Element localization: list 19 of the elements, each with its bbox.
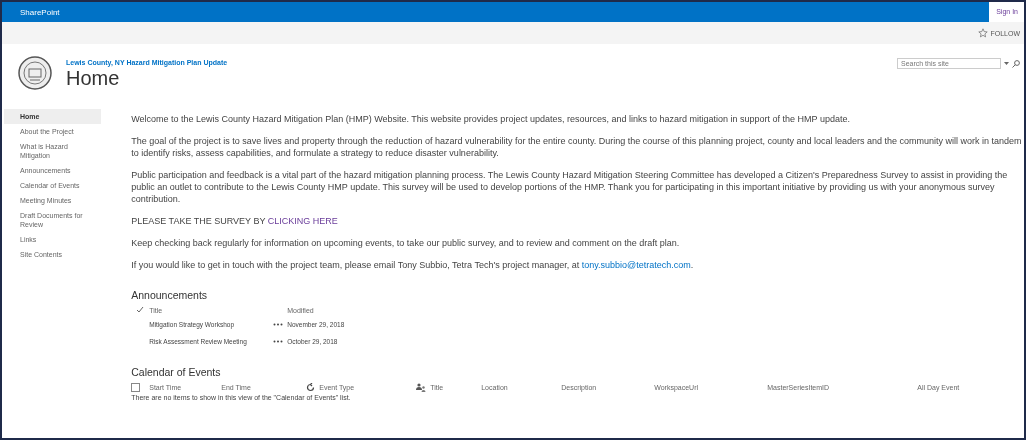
search-icon[interactable] xyxy=(1012,59,1020,68)
page-title: Home xyxy=(66,67,121,90)
brand-link[interactable]: SharePoint xyxy=(20,7,60,17)
people-icon xyxy=(416,383,427,392)
contact-text: If you would like to get in touch with the project team, please email Tony Subbio, Tetra Tech's project manager, at tony.subbio@tetratech.com. xyxy=(131,259,695,271)
recurrence-icon xyxy=(306,383,316,392)
checkbox[interactable] xyxy=(131,383,141,392)
section-title: Calendar of Events xyxy=(131,366,222,378)
email-link[interactable]: tony.subbio@tetratech.com xyxy=(581,260,691,270)
dropdown-arrow-icon[interactable] xyxy=(1004,62,1009,65)
section-title: Announcements xyxy=(131,289,209,301)
body-paragraph: The goal of the project is to save lives and property through the reduction of hazard vulnerability for the entire county. During the course of this planning project, county and local leaders and the community will work in tandem to identify risks, assess capabilities, and formulate a strategy to reduce disaster vulnerability. xyxy=(131,135,1023,159)
seal-logo xyxy=(18,56,52,90)
body-paragraph: Welcome to the Lewis County Hazard Mitigation Plan (HMP) Website. This website provides project updates, resources, and links to hazard mitigation in support of the HMP update. xyxy=(131,113,851,125)
survey-text: PLEASE TAKE THE SURVEY BY CLICKING HERE xyxy=(131,215,339,227)
star-icon xyxy=(978,28,989,38)
body-paragraph: Public participation and feedback is a vital part of the hazard mitigation planning process. The Lewis County Hazard Mitigation Steering Committee has developed a Citizen's Preparedness Survey to assist in providing the public an outlet to contribute to the Lewis County HMP update. This survey will be used to develop portions of the HMP. Thank you for participating in this important initiative by providing us with your anonymous survey contribution. xyxy=(131,169,1009,205)
survey-link[interactable]: CLICKING HERE xyxy=(267,216,338,226)
body-paragraph: Keep checking back regularly for information on upcoming events, to take our public survey, and to review and comment on the draft plan. xyxy=(131,237,681,249)
